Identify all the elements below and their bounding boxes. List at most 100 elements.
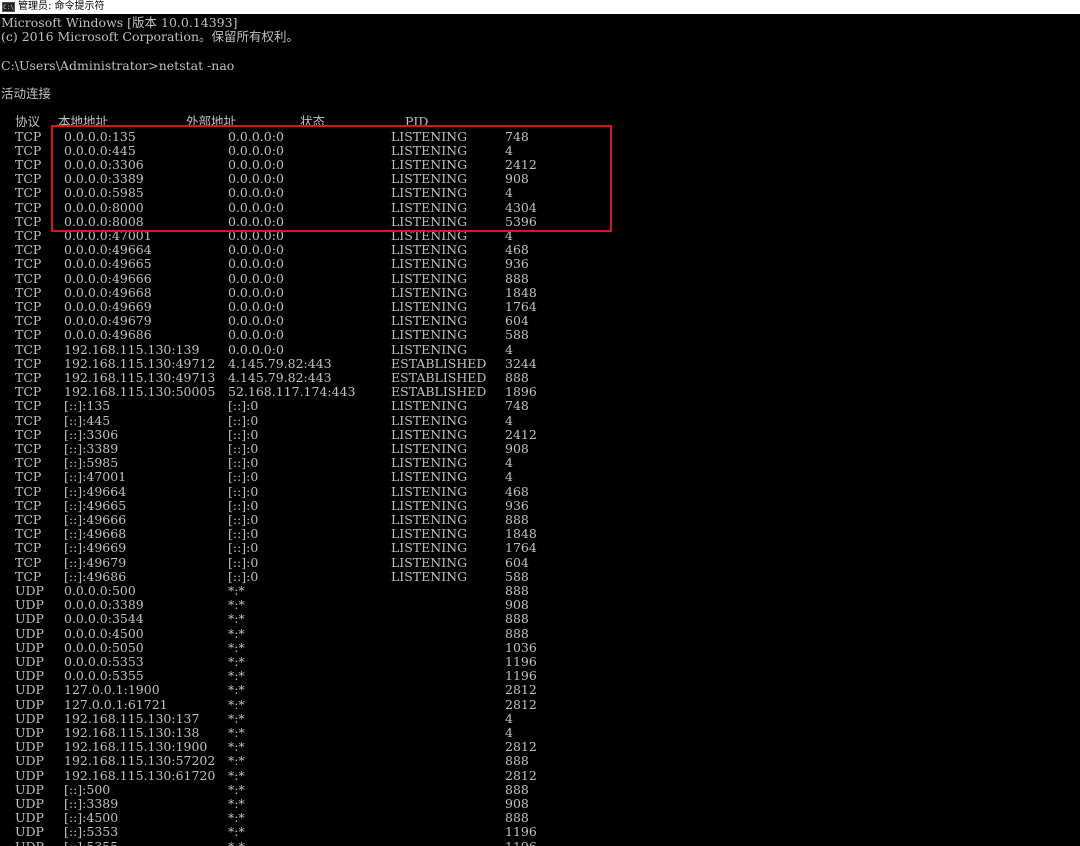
row-local-address: [::]:47001 <box>64 469 127 485</box>
row-local-address: 192.168.115.130:138 <box>64 725 200 740</box>
table-row: UDP 0.0.0.0:5050 *:* 1036 <box>0 640 1080 655</box>
table-row: TCP [::]:49668 [::]:0 LISTENING 1848 <box>0 526 1080 542</box>
row-pid: 908 <box>505 441 529 456</box>
row-local-address: 0.0.0.0:4500 <box>64 625 144 641</box>
row-proto: UDP <box>15 668 44 684</box>
row-pid: 1196 <box>505 839 537 846</box>
table-row: UDP 127.0.0.1:1900 *:* 2812 <box>0 683 1080 697</box>
row-pid: 888 <box>505 753 529 769</box>
row-local-address: [::]:5353 <box>64 824 119 840</box>
table-row: UDP 192.168.115.130:57202 *:* 888 <box>0 754 1080 768</box>
row-local-address: 0.0.0.0:49686 <box>64 327 152 343</box>
row-foreign-address: *:* <box>228 725 245 740</box>
row-local-address: [::]:49679 <box>64 554 127 570</box>
row-state: LISTENING <box>391 299 468 314</box>
row-proto: TCP <box>15 284 42 300</box>
row-pid: 4 <box>505 725 513 740</box>
row-foreign-address: [::]:0 <box>228 526 259 542</box>
row-local-address: 192.168.115.130:61720 <box>64 767 216 783</box>
row-foreign-address: 0.0.0.0:0 <box>228 341 284 357</box>
row-state: LISTENING <box>391 497 468 513</box>
row-proto: TCP <box>15 228 42 243</box>
row-pid: 604 <box>505 313 529 329</box>
table-row: TCP [::]:5985 [::]:0 LISTENING 4 <box>0 455 1080 471</box>
row-foreign-address: *:* <box>228 710 245 726</box>
row-proto: TCP <box>15 299 42 314</box>
row-state: LISTENING <box>391 242 468 258</box>
row-proto: UDP <box>15 654 44 669</box>
table-row: TCP [::]:3306 [::]:0 LISTENING 2412 <box>0 426 1080 442</box>
table-row: UDP [::]:4500 *:* 888 <box>0 810 1080 826</box>
row-pid: 1196 <box>505 668 537 684</box>
row-local-address: 127.0.0.1:1900 <box>64 682 160 698</box>
row-proto: TCP <box>15 242 42 258</box>
table-row: TCP 0.0.0.0:49668 0.0.0.0:0 LISTENING 1848 <box>0 284 1080 300</box>
row-local-address: [::]:445 <box>64 412 111 428</box>
row-proto: TCP <box>15 327 42 343</box>
row-foreign-address: [::]:0 <box>228 554 259 570</box>
row-state: LISTENING <box>391 313 468 329</box>
row-proto: UDP <box>15 753 44 769</box>
row-proto: TCP <box>15 270 42 286</box>
table-row: UDP 0.0.0.0:5353 *:* 1196 <box>0 654 1080 669</box>
table-row: TCP [::]:49665 [::]:0 LISTENING 936 <box>0 497 1080 513</box>
row-proto: TCP <box>15 384 42 400</box>
row-foreign-address: 0.0.0.0:0 <box>228 299 284 314</box>
row-proto: UDP <box>15 767 44 783</box>
row-foreign-address: *:* <box>228 739 245 755</box>
table-row: TCP 0.0.0.0:49666 0.0.0.0:0 LISTENING 888 <box>0 270 1080 286</box>
row-local-address: [::]:49668 <box>64 526 127 542</box>
row-foreign-address: 0.0.0.0:0 <box>228 284 284 300</box>
table-row: UDP 0.0.0.0:500 *:* 888 <box>0 583 1080 598</box>
row-local-address: [::]:49664 <box>64 483 127 499</box>
row-state: LISTENING <box>391 441 468 456</box>
row-foreign-address: [::]:0 <box>228 412 259 428</box>
row-foreign-address: 0.0.0.0:0 <box>228 270 284 286</box>
row-foreign-address: 4.145.79.82:443 <box>228 370 332 385</box>
row-foreign-address: [::]:0 <box>228 426 259 442</box>
row-foreign-address: 0.0.0.0:0 <box>228 242 284 258</box>
row-pid: 1764 <box>505 540 537 556</box>
row-local-address: 0.0.0.0:49665 <box>64 256 152 272</box>
row-proto: TCP <box>15 426 42 442</box>
table-row: TCP [::]:445 [::]:0 LISTENING 4 <box>0 412 1080 428</box>
row-pid: 888 <box>505 781 529 797</box>
table-row: TCP [::]:49666 [::]:0 LISTENING 888 <box>0 512 1080 527</box>
row-pid: 1196 <box>505 654 537 669</box>
row-pid: 468 <box>505 483 529 499</box>
row-pid: 888 <box>505 810 529 826</box>
row-local-address: 192.168.115.130:139 <box>64 341 200 357</box>
table-row: TCP 192.168.115.130:50005 52.168.117.174:4… <box>0 384 1080 400</box>
row-foreign-address: *:* <box>228 668 245 684</box>
row-foreign-address: [::]:0 <box>228 540 259 556</box>
row-proto: TCP <box>15 157 42 172</box>
row-local-address: [::]:5985 <box>64 455 119 471</box>
row-state: LISTENING <box>391 568 468 584</box>
row-proto: UDP <box>15 682 44 698</box>
row-pid: 888 <box>505 625 529 641</box>
row-pid: 4 <box>505 455 513 471</box>
row-proto: TCP <box>15 554 42 570</box>
table-row: UDP [::]:5355 *:* 1196 <box>0 839 1080 846</box>
row-proto: TCP <box>15 355 42 371</box>
table-row: TCP 0.0.0.0:49686 0.0.0.0:0 LISTENING 588 <box>0 328 1080 342</box>
row-proto: UDP <box>15 796 44 811</box>
table-row: TCP 192.168.115.130:49712 4.145.79.82:443 E… <box>0 355 1080 371</box>
table-row: UDP 127.0.0.1:61721 *:* 2812 <box>0 697 1080 712</box>
table-row: TCP [::]:49686 [::]:0 LISTENING 588 <box>0 568 1080 584</box>
row-foreign-address: *:* <box>228 796 245 811</box>
row-pid: 2812 <box>505 767 537 783</box>
row-local-address: [::]:135 <box>64 398 111 414</box>
title-bar[interactable]: C:\ 管理员: 命令提示符 <box>0 0 1080 14</box>
row-local-address: [::]:5355 <box>64 839 118 846</box>
row-proto: UDP <box>15 583 44 598</box>
table-row: UDP 192.168.115.130:61720 *:* 2812 <box>0 767 1080 783</box>
row-proto: TCP <box>15 497 42 513</box>
command-prompt: C:\Users\Administrator>netstat -nao <box>1 57 235 73</box>
row-pid: 888 <box>505 370 529 385</box>
row-proto: UDP <box>15 839 44 846</box>
row-proto: UDP <box>15 824 44 840</box>
row-proto: UDP <box>15 725 44 740</box>
row-local-address: [::]:49665 <box>64 497 127 513</box>
row-local-address: [::]:3389 <box>64 796 119 811</box>
